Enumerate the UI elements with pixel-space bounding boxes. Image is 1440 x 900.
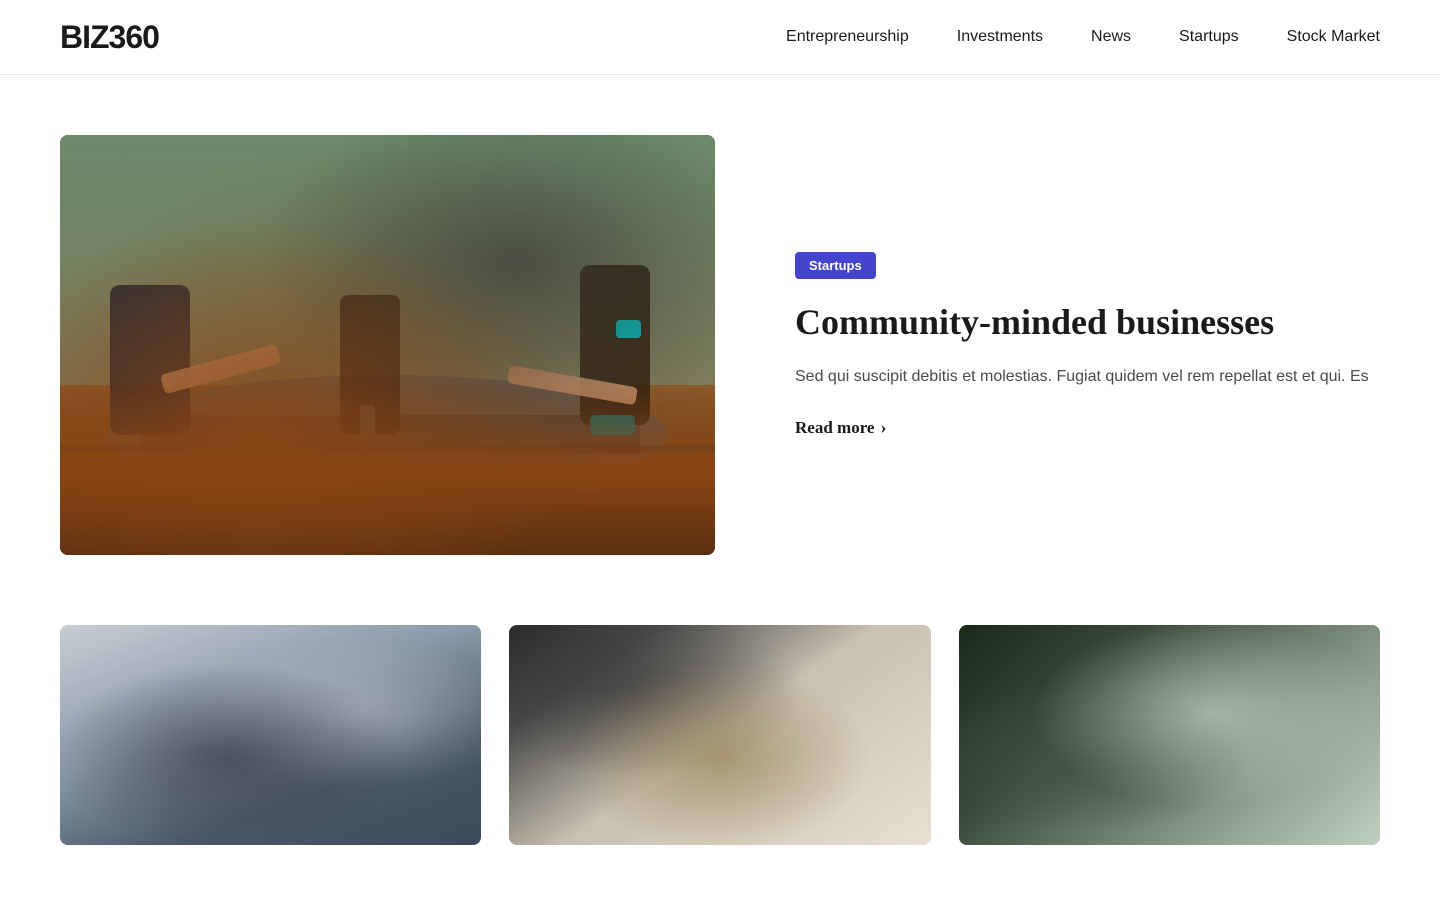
card-image-2 [509, 625, 930, 845]
card-image-3 [959, 625, 1380, 845]
card-2[interactable] [509, 625, 930, 845]
featured-image [60, 135, 715, 555]
main-content: Startups Community-minded businesses Sed… [0, 75, 1440, 845]
featured-excerpt: Sed qui suscipit debitis et molestias. F… [795, 364, 1380, 390]
featured-title: Community-minded businesses [795, 301, 1380, 344]
card-3-svg [959, 625, 1380, 845]
read-more-chevron: › [880, 417, 886, 438]
card-1-svg [60, 625, 481, 845]
featured-article: Startups Community-minded businesses Sed… [60, 135, 1380, 555]
site-logo[interactable]: BIZ360 [60, 19, 159, 56]
nav-startups[interactable]: Startups [1179, 28, 1239, 46]
card-2-svg [509, 625, 930, 845]
card-1[interactable] [60, 625, 481, 845]
category-badge[interactable]: Startups [795, 252, 876, 279]
article-card-grid [60, 625, 1380, 845]
featured-image-svg [60, 135, 715, 555]
site-header: BIZ360 Entrepreneurship Investments News… [0, 0, 1440, 75]
read-more-label: Read more [795, 418, 874, 438]
featured-image-placeholder [60, 135, 715, 555]
main-nav: Entrepreneurship Investments News Startu… [786, 28, 1380, 46]
featured-content: Startups Community-minded businesses Sed… [795, 252, 1380, 439]
nav-entrepreneurship[interactable]: Entrepreneurship [786, 28, 909, 46]
nav-investments[interactable]: Investments [957, 28, 1043, 46]
read-more-link[interactable]: Read more › [795, 417, 1380, 438]
card-image-1 [60, 625, 481, 845]
card-3[interactable] [959, 625, 1380, 845]
nav-news[interactable]: News [1091, 28, 1131, 46]
nav-stock-market[interactable]: Stock Market [1287, 28, 1380, 46]
